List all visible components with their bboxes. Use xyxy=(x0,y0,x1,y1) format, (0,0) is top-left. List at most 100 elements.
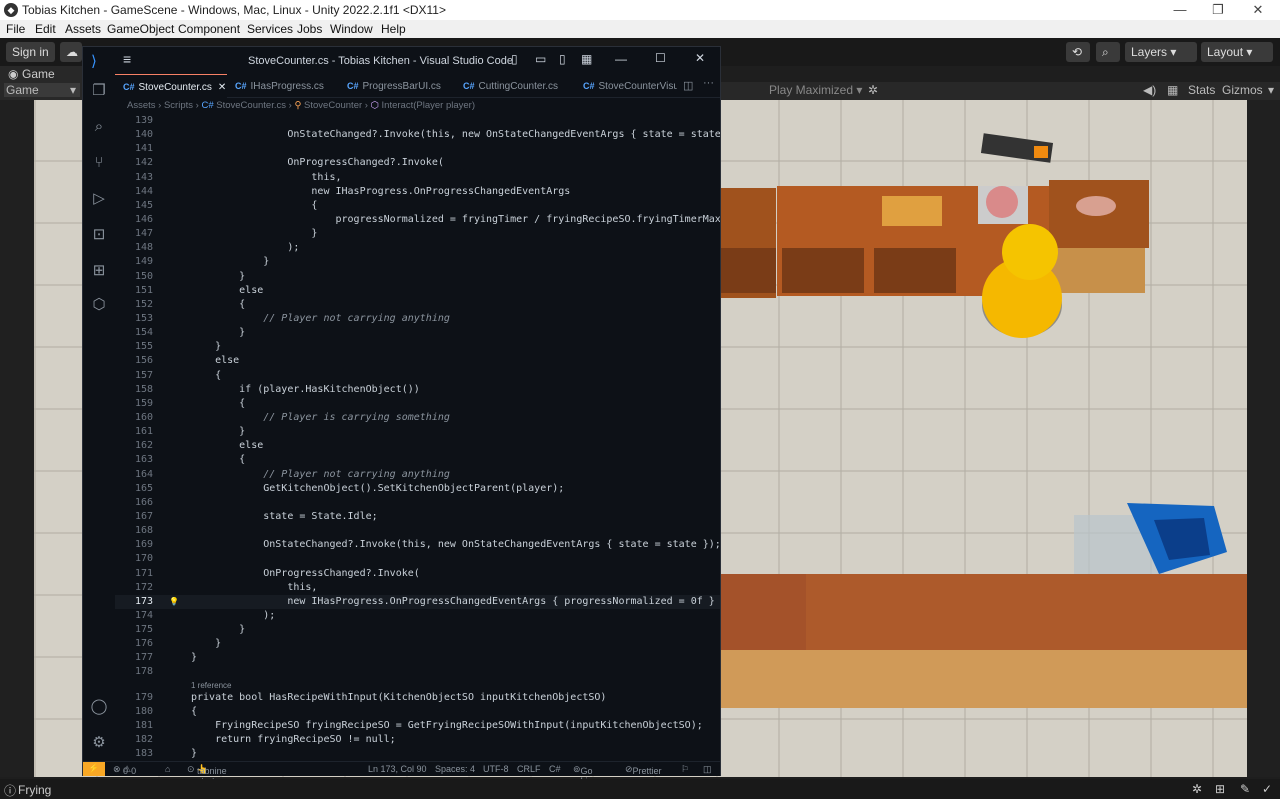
audio-icon[interactable]: ◀) xyxy=(1143,83,1156,97)
menu-component[interactable]: Component xyxy=(178,22,240,36)
toggle-panel-icon[interactable]: ▭ xyxy=(535,52,546,66)
notifications-icon[interactable]: ◫ xyxy=(703,764,712,775)
tab-close-icon[interactable]: ✕ xyxy=(218,82,226,93)
line-text: this, xyxy=(191,171,342,183)
lightbulb-icon[interactable]: 💡 xyxy=(169,595,179,609)
tab-progressbarui[interactable]: C# ProgressBarUI.cs xyxy=(339,74,455,98)
gizmos-dropdown-icon[interactable]: ▾ xyxy=(1268,83,1274,97)
feedback-icon[interactable]: ⚐ xyxy=(681,764,689,775)
menu-window[interactable]: Window xyxy=(330,22,373,36)
scene-margin-right xyxy=(1247,100,1280,777)
tab-ihasprogress[interactable]: C# IHasProgress.cs xyxy=(227,74,339,98)
tab-cuttingcounter[interactable]: C# CuttingCounter.cs xyxy=(455,74,575,98)
scene-margin-left xyxy=(0,100,34,777)
search-icon[interactable]: ⌕ xyxy=(90,118,108,136)
game-tab[interactable]: ◉ Game xyxy=(0,66,82,82)
line-number: 182 xyxy=(134,734,153,746)
breadcrumb-item[interactable]: Scripts xyxy=(164,100,193,111)
remote-indicator-icon[interactable]: ⚡ xyxy=(83,762,105,776)
breadcrumb-item[interactable]: Interact(Player player) xyxy=(382,100,475,111)
bug-icon[interactable]: ✲ xyxy=(868,83,878,97)
remote-explorer-icon[interactable]: ⊡ xyxy=(90,226,108,244)
run-debug-icon[interactable]: ▷ xyxy=(90,190,108,208)
check-icon[interactable]: ✓ xyxy=(1262,782,1272,796)
layout-dropdown[interactable]: Layout ▾ xyxy=(1201,42,1273,62)
gizmos-button[interactable]: Gizmos xyxy=(1222,83,1263,97)
code-line: 161 } xyxy=(115,425,720,439)
menu-assets[interactable]: Assets xyxy=(65,22,101,36)
line-text: this, xyxy=(191,581,318,593)
code-editor[interactable]: 139 140 OnStateChanged?.Invoke(this, new … xyxy=(115,114,720,761)
brush-icon[interactable]: ✎ xyxy=(1240,782,1250,796)
breadcrumb-item[interactable]: StoveCounter xyxy=(304,100,362,111)
source-control-icon[interactable]: ⑂ xyxy=(90,154,108,172)
line-number: 149 xyxy=(134,256,153,268)
tab-label: StoveCounter.cs xyxy=(138,82,212,93)
language-mode[interactable]: C# xyxy=(549,764,561,774)
encoding[interactable]: UTF-8 xyxy=(483,764,509,774)
line-number: 162 xyxy=(134,440,153,452)
more-actions-icon[interactable]: ··· xyxy=(703,77,714,89)
minimize-icon[interactable]: — xyxy=(1160,0,1200,20)
search-icon[interactable]: ⌕ xyxy=(1096,42,1120,62)
vs-minimize-icon[interactable]: — xyxy=(615,52,627,66)
debug-icon[interactable]: ✲ xyxy=(1192,782,1202,796)
toggle-secondary-sidebar-icon[interactable]: ▯ xyxy=(559,52,566,66)
editor-tabs: C# StoveCounter.cs ✕ C# IHasProgress.cs C# P… xyxy=(115,74,720,98)
toggle-sidebar-icon[interactable]: ▯ xyxy=(511,52,518,66)
customize-layout-icon[interactable]: ▦ xyxy=(581,52,592,66)
line-text: OnStateChanged?.Invoke(this, new OnState… xyxy=(191,129,720,141)
extensions-icon[interactable]: ⊞ xyxy=(90,262,108,280)
split-editor-icon[interactable]: ◫ xyxy=(683,79,693,92)
vs-close-icon[interactable]: ✕ xyxy=(695,51,705,65)
menu-services[interactable]: Services xyxy=(247,22,293,36)
close-icon[interactable]: ✕ xyxy=(1238,0,1278,20)
breadcrumb-item[interactable]: StoveCounter.cs xyxy=(216,100,286,111)
explorer-icon[interactable]: ❐ xyxy=(90,82,108,100)
line-text: // Player not carrying anything xyxy=(191,312,450,324)
line-number: 169 xyxy=(134,539,153,551)
vs-maximize-icon[interactable]: ☐ xyxy=(655,51,666,65)
go-live-button[interactable]: ⊚ Go Live xyxy=(573,764,597,786)
layers-dropdown[interactable]: Layers ▾ xyxy=(1125,42,1197,62)
game-display-dropdown[interactable]: Game ▾ xyxy=(4,83,80,97)
grid-icon[interactable]: ▦ xyxy=(1167,83,1178,97)
line-text: state = State.Idle; xyxy=(191,510,378,522)
account-icon[interactable]: ◯ xyxy=(90,698,108,716)
tabnine-status[interactable]: ⊙ tabnine starter 👆 xyxy=(187,764,227,786)
line-number: 144 xyxy=(134,185,153,197)
tab-stovecounter[interactable]: C# StoveCounter.cs ✕ xyxy=(115,74,227,98)
menu-jobs[interactable]: Jobs xyxy=(297,22,322,36)
indentation[interactable]: Spaces: 4 xyxy=(435,764,475,774)
menu-help[interactable]: Help xyxy=(381,22,406,36)
menu-gameobject[interactable]: GameObject xyxy=(107,22,174,36)
menu-edit[interactable]: Edit xyxy=(35,22,56,36)
sign-in-button[interactable]: Sign in xyxy=(6,42,55,62)
code-line: 165 GetKitchenObject().SetKitchenObjectP… xyxy=(115,482,720,496)
tab-stovecountervisual[interactable]: C# StoveCounterVisu xyxy=(575,74,677,98)
prettier-status[interactable]: ⊘ Prettier xyxy=(625,764,662,776)
end-of-line[interactable]: CRLF xyxy=(517,764,541,774)
cursor-position[interactable]: Ln 173, Col 90 xyxy=(368,764,427,774)
line-number: 145 xyxy=(134,199,153,211)
tab-label: CuttingCounter.cs xyxy=(478,81,559,92)
cloud-icon[interactable]: ☁ xyxy=(60,42,82,62)
bell-icon[interactable]: ⌂ xyxy=(165,764,170,774)
menu-file[interactable]: File xyxy=(6,22,25,36)
problems-indicator[interactable]: ⊗ 0 ⚠ 0 xyxy=(113,764,136,776)
codelens-references[interactable]: 1 reference xyxy=(115,680,720,691)
history-icon[interactable]: ⟲ xyxy=(1066,42,1090,62)
stats-button[interactable]: Stats xyxy=(1188,83,1215,97)
breadcrumb-item[interactable]: Assets xyxy=(127,100,156,111)
play-maximized-dropdown[interactable]: Play Maximized ▾ xyxy=(769,83,862,97)
line-text: } xyxy=(191,228,318,240)
settings-gear-icon[interactable]: ⚙ xyxy=(90,734,108,752)
play-maximized-label: Play Maximized xyxy=(769,83,854,97)
unity-extension-icon[interactable]: ⬡ xyxy=(90,296,108,314)
line-text: { xyxy=(191,199,318,211)
menu-icon[interactable]: ≡ xyxy=(123,51,131,67)
code-line: 169 OnStateChanged?.Invoke(this, new OnS… xyxy=(115,538,720,552)
network-icon[interactable]: ⊞ xyxy=(1215,782,1225,796)
line-text: OnProgressChanged?.Invoke( xyxy=(191,567,420,579)
maximize-icon[interactable]: ❐ xyxy=(1198,0,1238,20)
